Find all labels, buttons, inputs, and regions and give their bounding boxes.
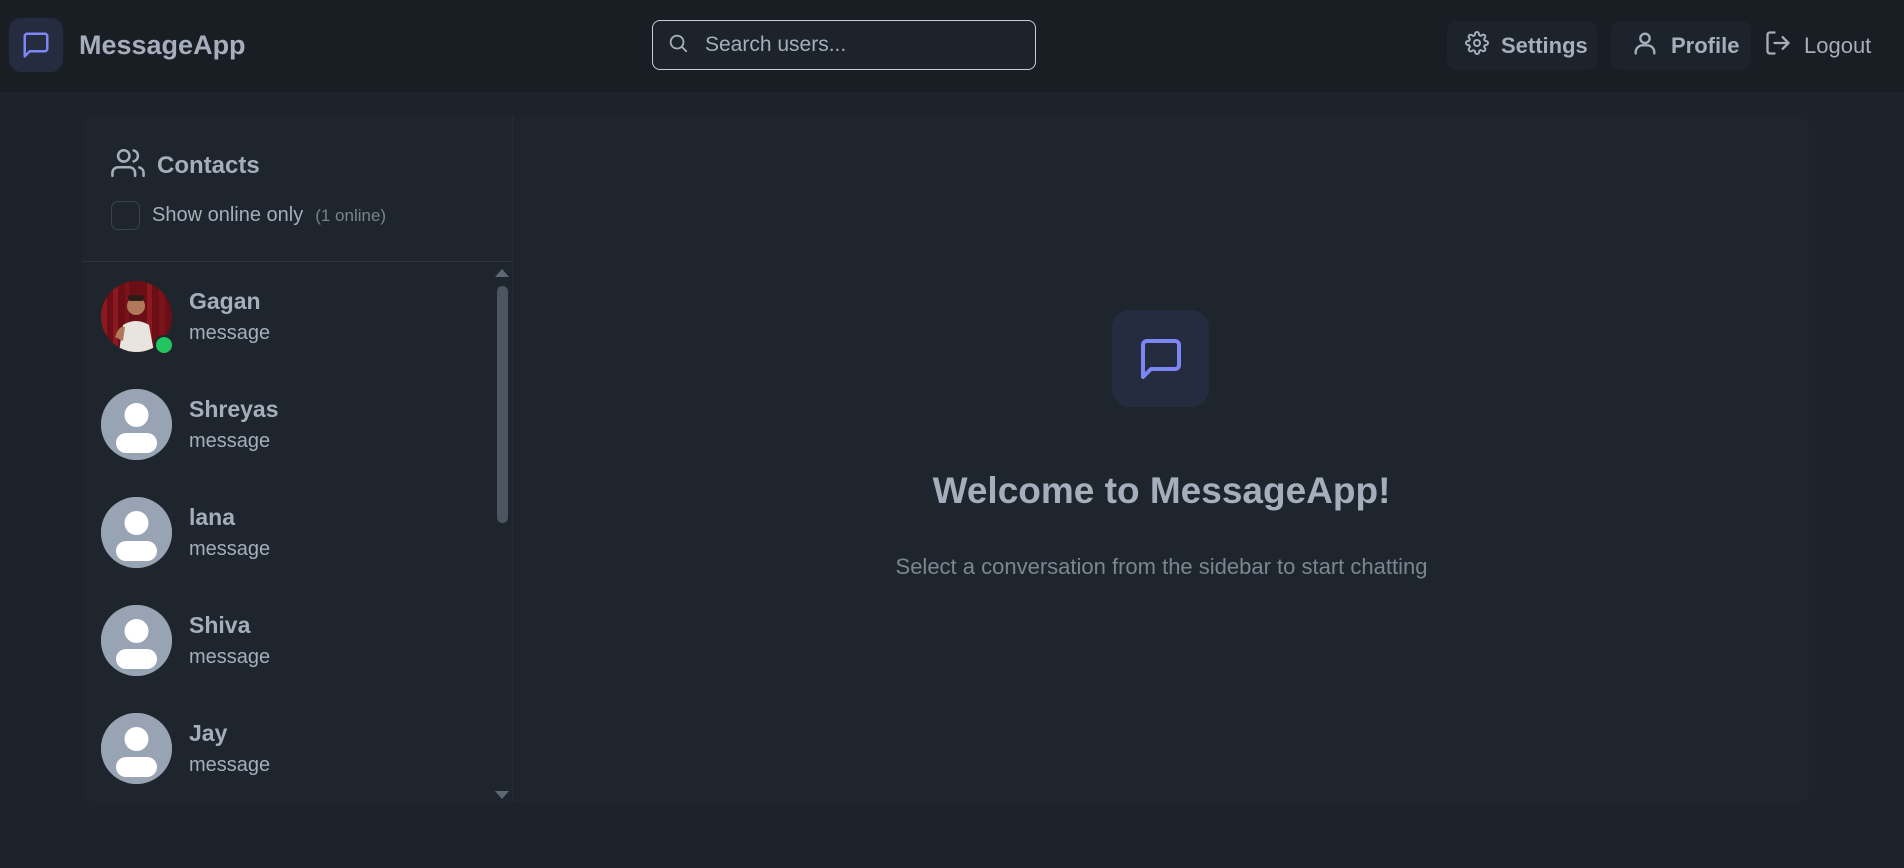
contact-last-message: message bbox=[189, 430, 271, 452]
chat-bubble-icon bbox=[9, 18, 63, 72]
contact-list: Gagan message Shreyas message lana messa… bbox=[82, 263, 492, 802]
settings-label: Settings bbox=[1501, 32, 1588, 58]
chat-container: Contacts Show online only (1 online) Gag… bbox=[82, 117, 1809, 802]
welcome-title: Welcome to MessageApp! bbox=[932, 470, 1391, 511]
contact-last-message: message bbox=[189, 754, 271, 776]
profile-label: Profile bbox=[1671, 32, 1740, 58]
welcome-panel: Welcome to MessageApp! Select a conversa… bbox=[514, 117, 1809, 802]
contact-name: lana bbox=[189, 504, 236, 530]
welcome-subtitle: Select a conversation from the sidebar t… bbox=[895, 554, 1428, 579]
top-navbar: MessageApp Settings Profile bbox=[0, 0, 1904, 92]
contacts-sidebar: Contacts Show online only (1 online) Gag… bbox=[82, 117, 513, 802]
contact-name: Shreyas bbox=[189, 396, 279, 422]
scroll-down-arrow-icon bbox=[495, 791, 509, 799]
contact-list-scrollbar[interactable] bbox=[492, 264, 512, 802]
gear-icon bbox=[1465, 30, 1489, 61]
scrollbar-thumb[interactable] bbox=[497, 286, 508, 523]
logout-label: Logout bbox=[1804, 32, 1872, 58]
default-avatar-icon bbox=[101, 389, 172, 460]
brand[interactable]: MessageApp bbox=[9, 18, 246, 72]
online-count: (1 online) bbox=[315, 205, 387, 225]
user-icon bbox=[1631, 29, 1659, 63]
contact-item-lana[interactable]: lana message bbox=[82, 479, 492, 587]
search-icon bbox=[667, 32, 689, 59]
default-avatar-icon bbox=[101, 713, 172, 784]
contact-name: Jay bbox=[189, 720, 228, 746]
contact-item-gagan[interactable]: Gagan message bbox=[82, 263, 492, 371]
profile-button[interactable]: Profile bbox=[1611, 21, 1751, 70]
contact-item-shreyas[interactable]: Shreyas message bbox=[82, 371, 492, 479]
search-bar[interactable] bbox=[652, 20, 1036, 70]
show-online-label[interactable]: Show online only bbox=[152, 204, 303, 227]
default-avatar-icon bbox=[101, 605, 172, 676]
contact-name: Gagan bbox=[189, 288, 261, 314]
users-icon bbox=[111, 146, 145, 185]
contacts-title: Contacts bbox=[157, 151, 260, 179]
contact-last-message: message bbox=[189, 646, 271, 668]
search-input[interactable] bbox=[703, 32, 1035, 58]
online-filter[interactable]: Show online only (1 online) bbox=[111, 201, 386, 230]
app-name: MessageApp bbox=[79, 29, 246, 60]
logout-icon bbox=[1764, 29, 1792, 63]
default-avatar-icon bbox=[101, 497, 172, 568]
contact-item-jay[interactable]: Jay message bbox=[82, 695, 492, 802]
scroll-up-arrow-icon bbox=[495, 269, 509, 277]
contact-last-message: message bbox=[189, 538, 271, 560]
show-online-checkbox[interactable] bbox=[111, 201, 140, 230]
online-status-dot bbox=[154, 335, 174, 355]
chat-bubble-icon bbox=[1112, 310, 1209, 407]
sidebar-header: Contacts Show online only (1 online) bbox=[82, 117, 512, 262]
contacts-heading: Contacts bbox=[111, 146, 260, 185]
contact-item-shiva[interactable]: Shiva message bbox=[82, 587, 492, 695]
contact-name: Shiva bbox=[189, 612, 251, 638]
contact-last-message: message bbox=[189, 322, 271, 344]
settings-button[interactable]: Settings bbox=[1447, 21, 1597, 70]
logout-button[interactable]: Logout bbox=[1762, 21, 1902, 70]
